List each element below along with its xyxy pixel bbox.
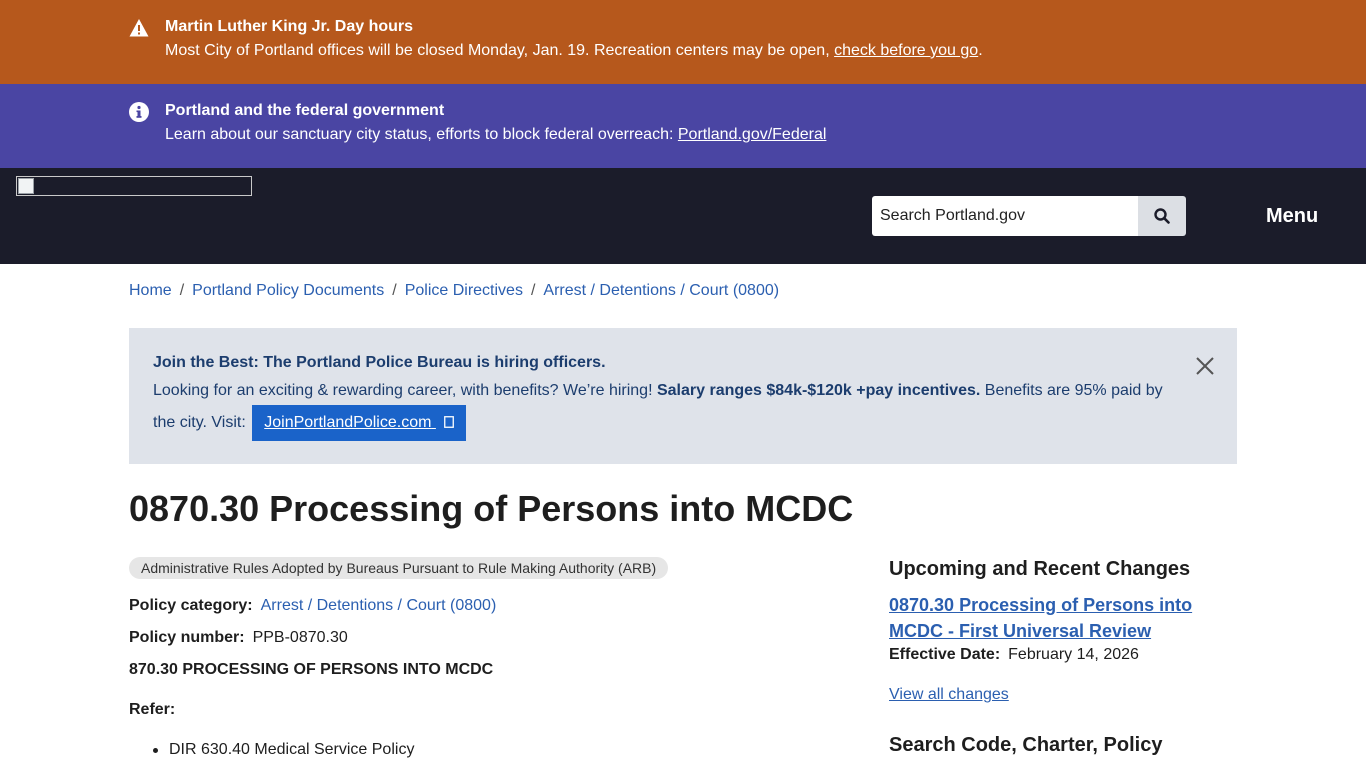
search-input[interactable] (872, 196, 1138, 236)
promo-title: Join the Best: The Portland Police Burea… (153, 354, 606, 371)
holiday-alert-period: . (978, 42, 983, 59)
breadcrumb-arrest-detentions-court[interactable]: Arrest / Detentions / Court (0800) (543, 282, 779, 299)
breadcrumb-separator: / (392, 282, 397, 299)
warning-triangle-icon (129, 19, 149, 37)
holiday-alert-message: Most City of Portland offices will be cl… (165, 42, 830, 59)
refer-label: Refer: (129, 701, 176, 718)
policy-number-label: Policy number: (129, 629, 245, 646)
promo-text-start: Looking for an exciting & rewarding care… (153, 382, 653, 399)
federal-alert-banner: Portland and the federal government Lear… (0, 84, 1366, 168)
list-bullet (153, 748, 158, 753)
breadcrumb: Home / Portland Policy Documents / Police Di… (129, 282, 779, 300)
close-icon[interactable] (1195, 356, 1215, 376)
info-circle-icon (129, 102, 149, 122)
breadcrumb-separator: / (179, 282, 185, 299)
upcoming-changes-heading: Upcoming and Recent Changes (889, 558, 1191, 580)
policy-category-link[interactable]: Arrest / Detentions / Court (0800) (261, 597, 497, 614)
promo-body: Looking for an exciting & rewarding care… (153, 376, 1173, 441)
refer-item-text: DIR 630.40 Medical Service Policy (169, 741, 415, 758)
holiday-alert-title: Martin Luther King Jr. Day hours (165, 18, 414, 35)
page-title: 0870.30 Processing of Persons into MCDC (129, 488, 854, 529)
policy-number-value: PPB-0870.30 (252, 629, 348, 646)
breadcrumb-police-directives[interactable]: Police Directives (405, 282, 523, 299)
site-logo[interactable] (16, 176, 252, 196)
join-portland-police-label: JoinPortlandPolice.com (264, 414, 432, 431)
change-review-link[interactable]: 0870.30 Processing of Persons into MCDC … (889, 592, 1219, 644)
federal-alert-message: Learn about our sanctuary city status, e… (165, 126, 674, 143)
site-header: Menu (0, 168, 1366, 264)
search-icon (1154, 208, 1170, 224)
holiday-alert-text: Most City of Portland offices will be cl… (165, 42, 983, 60)
view-all-changes-link[interactable]: View all changes (889, 686, 1009, 704)
effective-date: Effective Date: February 14, 2026 (889, 646, 1139, 664)
policy-type-tag[interactable]: Administrative Rules Adopted by Bureaus … (129, 557, 669, 579)
breadcrumb-home[interactable]: Home (129, 282, 172, 299)
holiday-alert-banner: Martin Luther King Jr. Day hours Most Ci… (0, 0, 1366, 84)
check-before-you-go-link[interactable]: check before you go (834, 42, 978, 59)
effective-date-value: February 14, 2026 (1008, 646, 1139, 663)
federal-alert-title: Portland and the federal government (165, 102, 445, 119)
promo-salary-text: Salary ranges $84k-$120k +pay incentives… (656, 382, 981, 399)
policy-number: Policy number: PPB-0870.30 (129, 629, 348, 647)
join-portland-police-button[interactable]: JoinPortlandPolice.com (252, 405, 466, 441)
menu-button[interactable]: Menu (1266, 205, 1318, 228)
list-item: DIR 630.40 Medical Service Policy (153, 741, 415, 759)
external-link-icon (443, 416, 454, 428)
effective-date-label: Effective Date: (889, 646, 1001, 663)
hiring-promo-banner: Join the Best: The Portland Police Burea… (129, 328, 1237, 464)
federal-alert-text: Learn about our sanctuary city status, e… (165, 126, 826, 144)
search-code-heading: Search Code, Charter, Policy (889, 734, 1163, 756)
search-button[interactable] (1138, 196, 1186, 236)
breadcrumb-separator: / (530, 282, 536, 299)
portland-gov-federal-link[interactable]: Portland.gov/Federal (678, 126, 827, 143)
section-heading: 870.30 PROCESSING OF PERSONS INTO MCDC (129, 661, 494, 678)
broken-image-icon (18, 178, 34, 194)
breadcrumb-policy-documents[interactable]: Portland Policy Documents (192, 282, 384, 299)
policy-category-label: Policy category: (129, 597, 253, 614)
policy-category: Policy category: Arrest / Detentions / Co… (129, 597, 496, 615)
